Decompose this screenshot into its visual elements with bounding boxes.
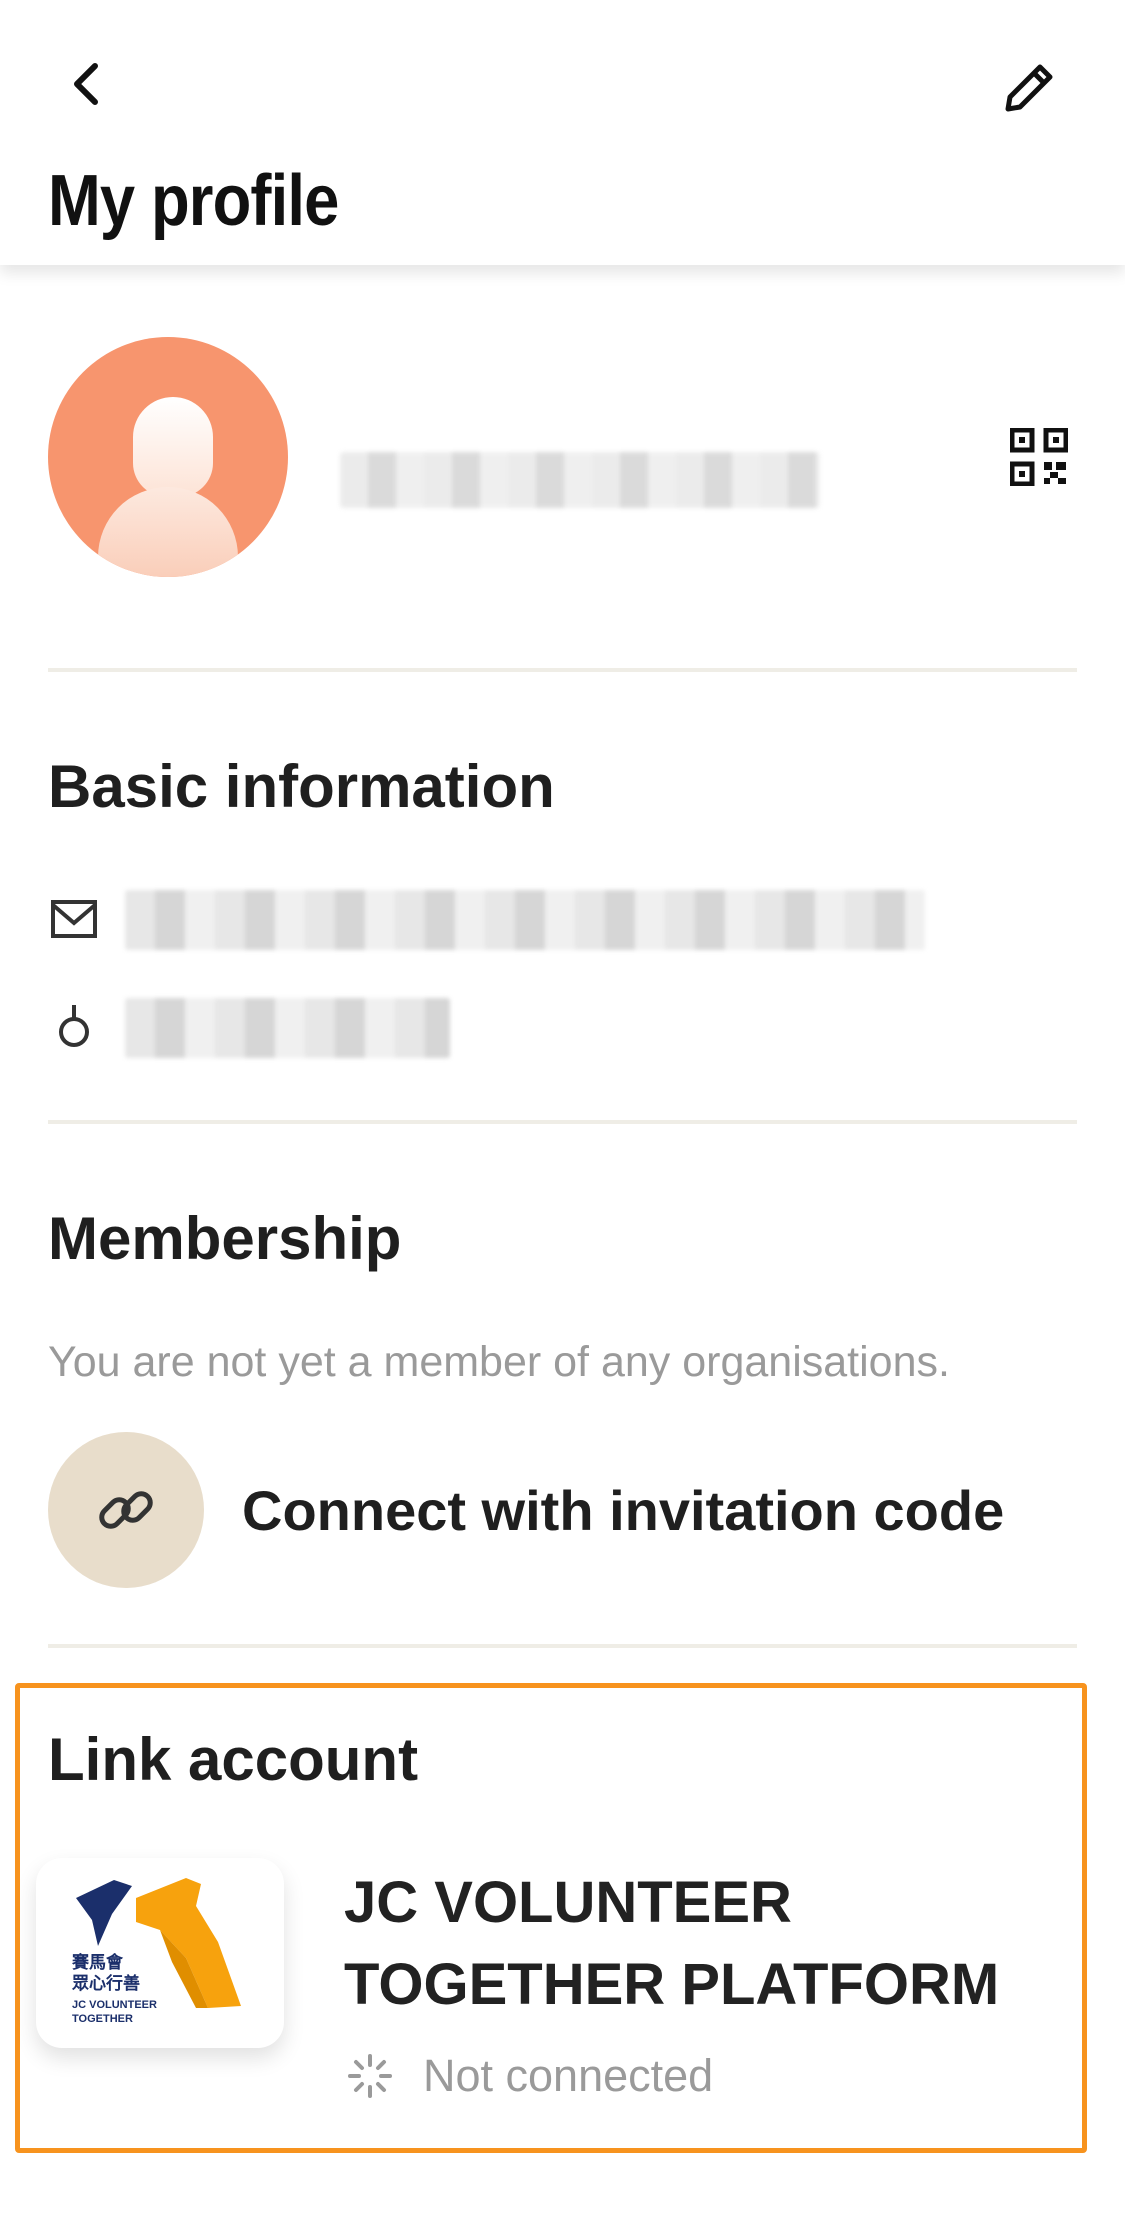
jc-volunteer-logo[interactable]: 賽馬會 眾心行善 JC VOLUNTEER TOGETHER (36, 1858, 284, 2048)
divider (48, 668, 1077, 672)
membership-title: Membership (48, 1205, 402, 1272)
basic-information-title: Basic information (48, 753, 555, 820)
invite-icon-circle (48, 1432, 204, 1588)
logo-text-line3: JC VOLUNTEER (72, 1999, 157, 2011)
logo-text-line1: 賽馬會 (71, 1952, 124, 1972)
envelope-icon (50, 895, 98, 943)
gender-icon (50, 1002, 98, 1050)
edit-profile-button[interactable] (995, 52, 1065, 122)
qr-code-icon (1009, 427, 1069, 487)
connect-invitation-code-button[interactable]: Connect with invitation code (48, 1432, 1077, 1588)
back-button[interactable] (58, 52, 114, 116)
link-account-title: Link account (48, 1726, 419, 1793)
email-redacted (125, 890, 925, 950)
top-app-bar: My profile (0, 0, 1125, 265)
platform-name: JC VOLUNTEER TOGETHER PLATFORM (344, 1870, 1000, 2017)
username-redacted (340, 452, 820, 508)
membership-note: You are not yet a member of any organisa… (48, 1338, 950, 1386)
avatar[interactable] (48, 337, 288, 577)
qr-code-button[interactable] (1009, 427, 1069, 487)
logo-text-line4: TOGETHER (72, 2013, 133, 2025)
divider (48, 1644, 1077, 1648)
link-icon (99, 1491, 153, 1529)
connection-status: Not connected (423, 2050, 714, 2101)
logo-text-line2: 眾心行善 (71, 1973, 140, 1993)
page-title: My profile (48, 161, 339, 241)
chevron-left-icon (74, 63, 98, 105)
spinner-icon (346, 2052, 394, 2100)
divider (48, 1120, 1077, 1124)
gender-redacted (125, 998, 450, 1058)
invite-label: Connect with invitation code (242, 1479, 1005, 1542)
pencil-icon (1005, 64, 1053, 112)
